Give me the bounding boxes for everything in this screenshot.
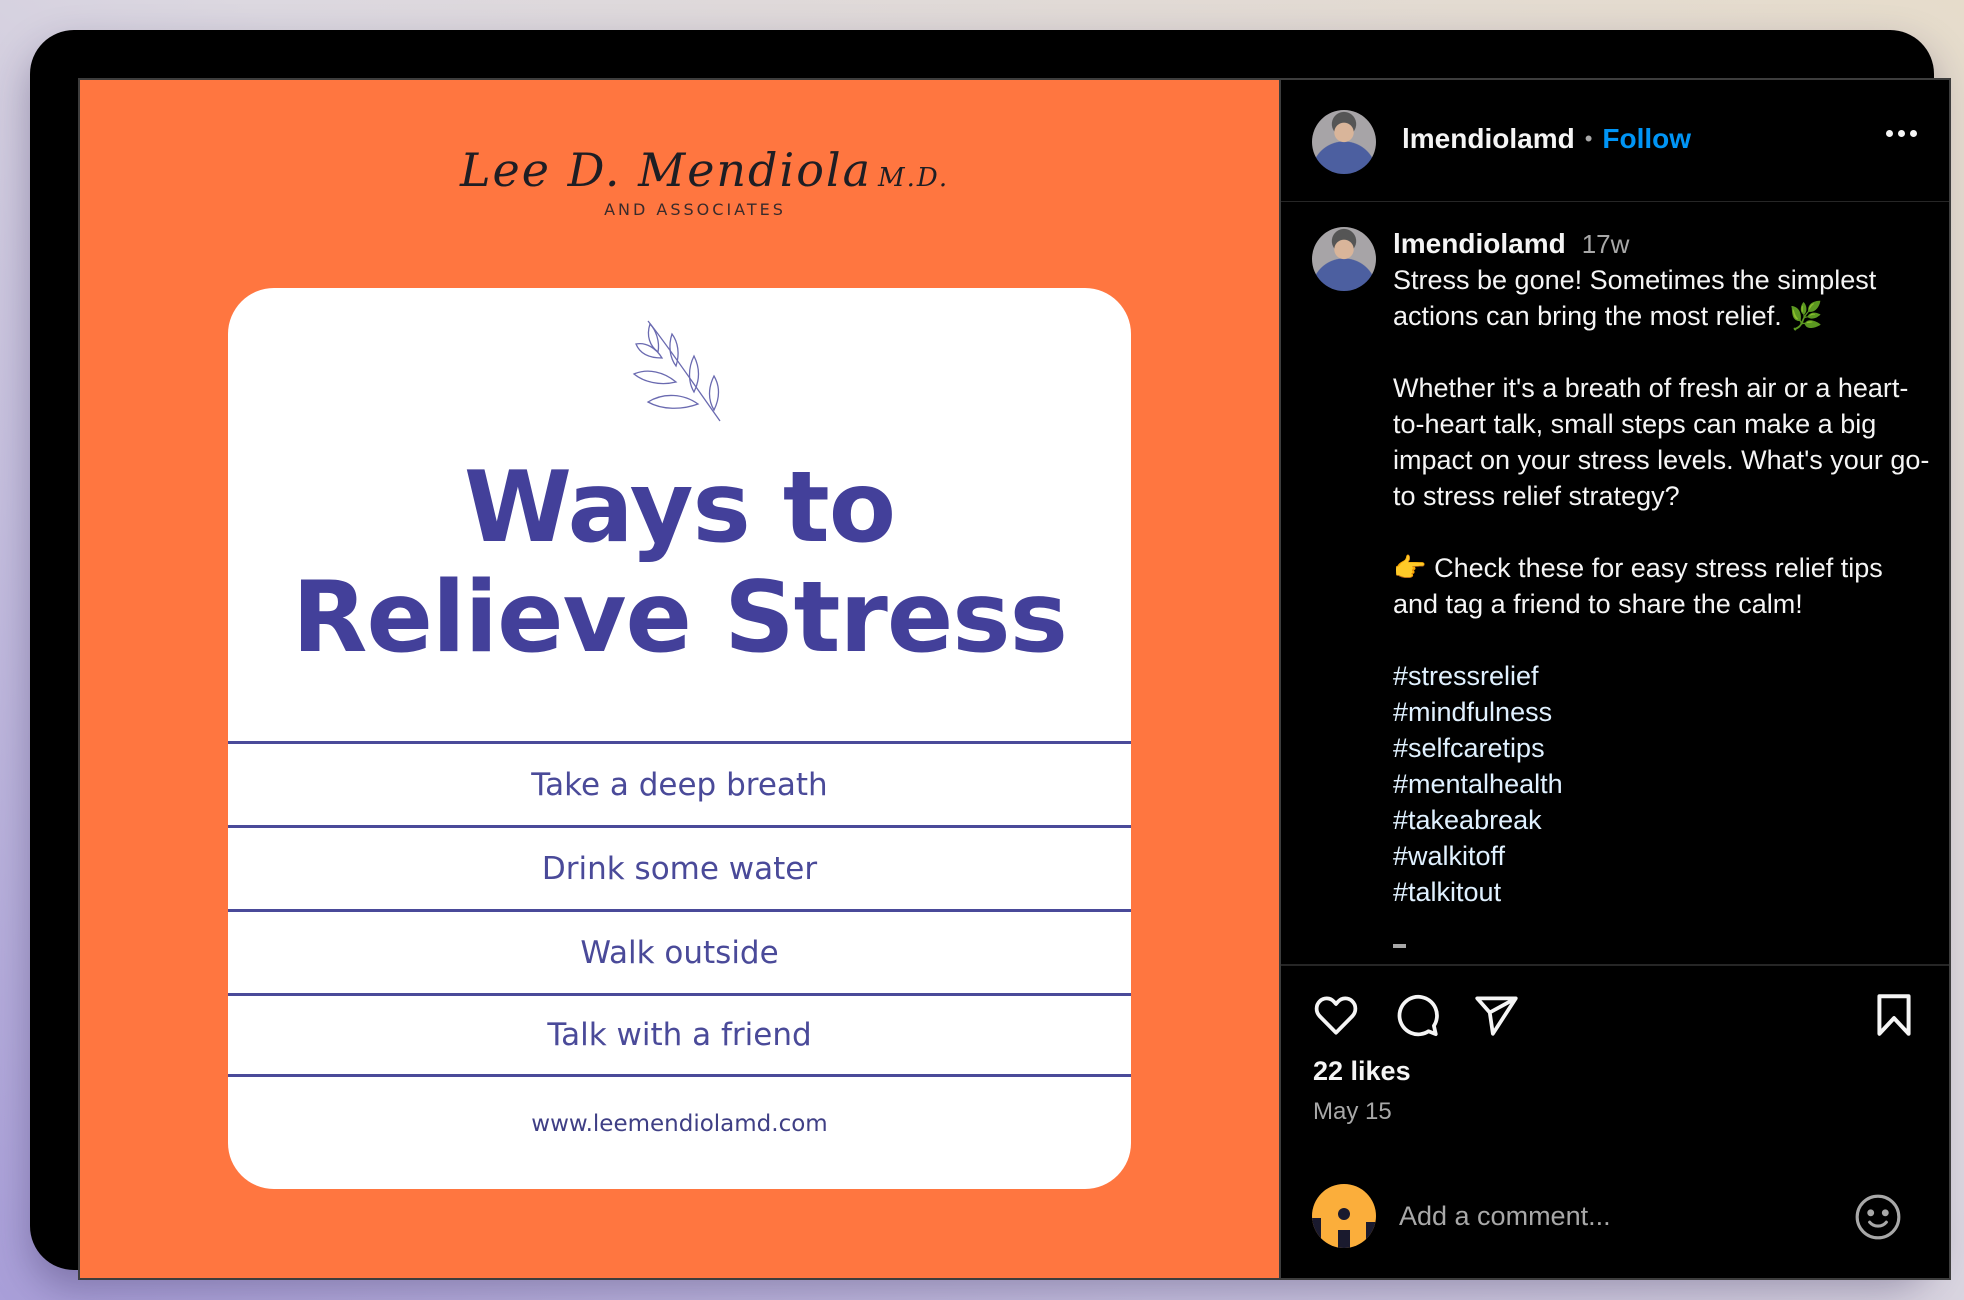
post-image[interactable]: Lee D. Mendiola M.D. AND ASSOCIATES Ways … (80, 80, 1279, 1278)
hashtag-link[interactable]: #stressrelief (1393, 658, 1933, 694)
card-title-line1: Ways to (463, 451, 896, 565)
tip-item: Take a deep breath (228, 741, 1131, 825)
smiley-icon (1855, 1194, 1901, 1240)
more-options-button[interactable] (1886, 130, 1917, 137)
hashtag-link[interactable]: #selfcaretips (1393, 730, 1933, 766)
hashtag-link[interactable]: #mentalhealth (1393, 766, 1933, 802)
post-modal-frame: Lee D. Mendiola M.D. AND ASSOCIATES Ways … (30, 30, 1951, 1280)
add-comment-row (1281, 1182, 1949, 1252)
likes-count[interactable]: 22 likes (1313, 1056, 1411, 1087)
post-header: lmendiolamd • Follow (1281, 80, 1949, 202)
post-details-panel: lmendiolamd • Follow lmendiolamd 17w Str… (1281, 80, 1949, 1278)
logo-name: Lee D. Mendiola (460, 143, 873, 197)
tips-list: Take a deep breath Drink some water Walk… (228, 741, 1131, 1077)
hashtag-list: #stressrelief #mindfulness #selfcaretips… (1393, 658, 1933, 910)
actions-divider (1281, 964, 1949, 966)
comment-input[interactable] (1399, 1194, 1839, 1238)
tips-card: Ways to Relieve Stress Take a deep breat… (228, 288, 1131, 1189)
hashtag-link[interactable]: #walkitoff (1393, 838, 1933, 874)
brand-logo: Lee D. Mendiola M.D. (460, 143, 947, 197)
comment-button[interactable] (1391, 990, 1441, 1040)
save-button[interactable] (1869, 990, 1919, 1040)
caption-paragraph: Stress be gone! Sometimes the simplest a… (1393, 265, 1877, 331)
tip-item: Drink some water (228, 825, 1131, 909)
post-actions (1281, 990, 1949, 1040)
logo-subtitle: AND ASSOCIATES (604, 200, 786, 219)
like-button[interactable] (1311, 990, 1361, 1040)
post-age[interactable]: 17w (1582, 226, 1630, 262)
share-button[interactable] (1471, 990, 1521, 1040)
bookmark-icon (1877, 994, 1911, 1036)
card-website: www.leemendiolamd.com (531, 1111, 828, 1137)
caption-author-avatar[interactable] (1312, 227, 1376, 291)
card-title-line2: Relieve Stress (292, 561, 1068, 675)
follow-button[interactable]: Follow (1602, 123, 1691, 155)
caption-paragraph: 👉 Check these for easy stress relief tip… (1393, 553, 1883, 619)
caption: lmendiolamd 17w Stress be gone! Sometime… (1393, 226, 1933, 948)
more-dot (1898, 130, 1905, 137)
author-username[interactable]: lmendiolamd (1402, 123, 1575, 155)
hashtag-link[interactable]: #talkitout (1393, 874, 1933, 910)
heart-icon (1314, 996, 1358, 1035)
user-avatar-graphic (1312, 1208, 1376, 1248)
hashtag-link[interactable]: #takeabreak (1393, 802, 1933, 838)
tip-item: Talk with a friend (228, 993, 1131, 1077)
comment-bubble-icon (1397, 994, 1439, 1037)
author-avatar[interactable] (1312, 110, 1376, 174)
caption-header: lmendiolamd 17w (1393, 226, 1933, 262)
more-horizontal-icon (1886, 130, 1893, 137)
clipped-text-line (1393, 944, 1406, 948)
emoji-button[interactable] (1853, 1192, 1903, 1242)
post-date[interactable]: May 15 (1313, 1098, 1392, 1126)
separator-dot: • (1584, 126, 1593, 151)
more-dot (1910, 130, 1917, 137)
leaf-icon (632, 320, 721, 422)
hashtag-link[interactable]: #mindfulness (1393, 694, 1933, 730)
post-modal: Lee D. Mendiola M.D. AND ASSOCIATES Ways … (78, 78, 1951, 1280)
logo-suffix: M.D. (878, 163, 950, 193)
caption-paragraph: Whether it's a breath of fresh air or a … (1393, 373, 1930, 511)
caption-scroll-area[interactable]: lmendiolamd 17w Stress be gone! Sometime… (1281, 202, 1949, 964)
paper-plane-icon (1475, 996, 1518, 1036)
card-title: Ways to Relieve Stress (228, 453, 1131, 673)
header-author: lmendiolamd • Follow (1402, 123, 1691, 155)
caption-username[interactable]: lmendiolamd (1393, 226, 1566, 262)
tip-item: Walk outside (228, 909, 1131, 993)
current-user-avatar[interactable] (1312, 1184, 1376, 1248)
